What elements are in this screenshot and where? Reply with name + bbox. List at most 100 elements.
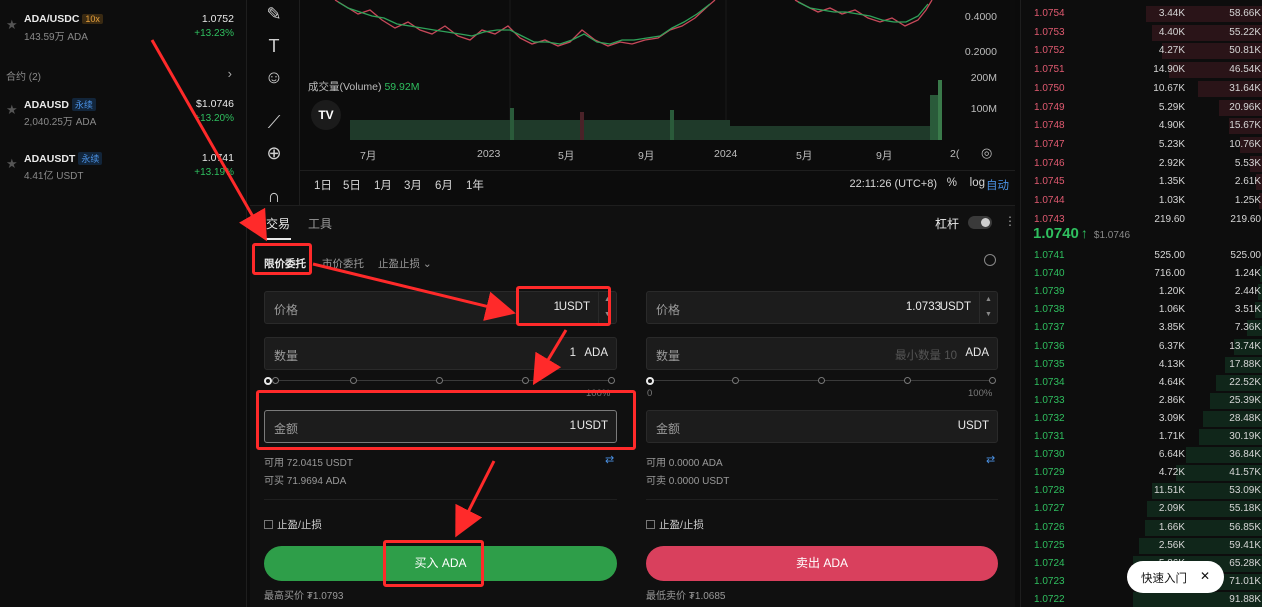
- timeframe-1y[interactable]: 1年: [466, 177, 484, 193]
- bid-row[interactable]: 1.0740 716.00 1.24K: [1021, 265, 1262, 284]
- buy-amount-slider[interactable]: [264, 374, 617, 388]
- ask-row[interactable]: 1.0754 3.44K 58.66K: [1021, 5, 1262, 24]
- percent-scale-toggle[interactable]: %: [947, 177, 957, 189]
- bid-row[interactable]: 1.0736 6.37K 13.74K: [1021, 338, 1262, 357]
- bid-row[interactable]: 1.0726 1.66K 56.85K: [1021, 519, 1262, 538]
- bid-row[interactable]: 1.0731 1.71K 30.19K: [1021, 428, 1262, 447]
- tab-trade[interactable]: 交易: [266, 217, 290, 231]
- star-icon[interactable]: ★: [6, 17, 18, 33]
- clock-icon[interactable]: [984, 254, 996, 266]
- sell-price-field[interactable]: 价格 1.0733 USDT ▲ ▼: [646, 291, 998, 324]
- divider: [264, 499, 617, 500]
- bid-row[interactable]: 1.0733 2.86K 25.39K: [1021, 392, 1262, 411]
- ask-price: 1.0749: [1034, 101, 1065, 113]
- leverage-toggle[interactable]: [968, 216, 992, 229]
- star-icon[interactable]: ★: [6, 156, 18, 172]
- zoom-in-icon[interactable]: ⊕: [262, 141, 286, 165]
- timeframe-6m[interactable]: 6月: [435, 177, 453, 193]
- contracts-section-header[interactable]: 合约 (2) ›: [6, 66, 236, 83]
- ruler-icon[interactable]: ⟋: [262, 110, 286, 134]
- buy-qty-unit: ADA: [584, 347, 608, 359]
- transfer-icon[interactable]: ⇄: [605, 453, 614, 466]
- market-row-ada-usdc[interactable]: ★ ADA/USDC 10x 143.59万 ADA 1.0752 +13.23%: [0, 13, 240, 53]
- sell-button[interactable]: 卖出 ADA: [646, 546, 998, 581]
- slider-step[interactable]: [350, 377, 357, 384]
- slider-step[interactable]: [272, 377, 279, 384]
- ask-total: 50.81K: [1229, 45, 1261, 57]
- market-row-adausd[interactable]: ★ ADAUSD 永续 2,040.25万 ADA $1.0746 +13.20%: [0, 98, 240, 138]
- bid-row[interactable]: 1.0729 4.72K 41.57K: [1021, 464, 1262, 483]
- bid-amount: 2.56K: [1158, 539, 1185, 551]
- bid-row[interactable]: 1.0727 2.09K 55.18K: [1021, 500, 1262, 519]
- ask-amount: 5.29K: [1158, 101, 1185, 113]
- sell-max-amount: 可卖 0.0000 USDT: [646, 476, 730, 487]
- slider-step[interactable]: [989, 377, 996, 384]
- bid-row[interactable]: 1.0737 3.85K 7.36K: [1021, 319, 1262, 338]
- sell-amount-field[interactable]: 金额 USDT: [646, 410, 998, 443]
- brush-icon[interactable]: ✎: [262, 2, 286, 26]
- ask-row[interactable]: 1.0749 5.29K 20.96K: [1021, 99, 1262, 118]
- tab-tools[interactable]: 工具: [308, 217, 332, 231]
- more-options-icon[interactable]: ⋮: [1004, 214, 1016, 228]
- auto-scale-toggle[interactable]: 自动: [986, 177, 1009, 193]
- quick-start-popup[interactable]: 快速入门 ✕: [1127, 561, 1224, 593]
- slider-handle[interactable]: [264, 377, 272, 385]
- checkbox-icon: [264, 520, 273, 529]
- order-type-market[interactable]: 市价委托: [322, 256, 364, 271]
- buy-tpsl-checkbox[interactable]: 止盈/止损: [264, 517, 322, 532]
- ask-row[interactable]: 1.0747 5.23K 10.76K: [1021, 136, 1262, 155]
- slider-step[interactable]: [732, 377, 739, 384]
- star-icon[interactable]: ★: [6, 102, 18, 118]
- bid-amount: 1.66K: [1158, 521, 1185, 533]
- price-stepper-icon[interactable]: ▲ ▼: [979, 292, 997, 323]
- tradingview-logo[interactable]: TV: [311, 100, 341, 130]
- bid-row[interactable]: 1.0732 3.09K 28.48K: [1021, 410, 1262, 429]
- bid-row[interactable]: 1.0741 525.00 525.00: [1021, 247, 1262, 266]
- transfer-icon[interactable]: ⇄: [986, 453, 995, 466]
- emoji-icon[interactable]: ☺: [262, 65, 286, 89]
- bid-row[interactable]: 1.0722 91.88K: [1021, 591, 1262, 607]
- bid-row[interactable]: 1.0730 6.64K 36.84K: [1021, 446, 1262, 465]
- timeframe-5d[interactable]: 5日: [343, 177, 361, 193]
- timeframe-3m[interactable]: 3月: [404, 177, 422, 193]
- market-row-adausdt[interactable]: ★ ADAUSDT 永续 4.41亿 USDT 1.0741 +13.19%: [0, 152, 240, 192]
- timeframe-1d[interactable]: 1日: [314, 177, 332, 193]
- drawing-toolbar: ✎ T ☺ ⟋ ⊕ ∩: [250, 0, 300, 206]
- bid-row[interactable]: 1.0728 11.51K 53.09K: [1021, 482, 1262, 501]
- ask-row[interactable]: 1.0751 14.90K 46.54K: [1021, 61, 1262, 80]
- log-scale-toggle[interactable]: log: [970, 177, 985, 189]
- timeframe-1m[interactable]: 1月: [374, 177, 392, 193]
- bid-row[interactable]: 1.0738 1.06K 3.51K: [1021, 301, 1262, 320]
- ask-row[interactable]: 1.0746 2.92K 5.53K: [1021, 155, 1262, 174]
- close-icon[interactable]: ✕: [1200, 569, 1210, 583]
- ask-row[interactable]: 1.0753 4.40K 55.22K: [1021, 24, 1262, 43]
- sell-quantity-field[interactable]: 数量 最小数量 10 ADA: [646, 337, 998, 370]
- slider-step[interactable]: [436, 377, 443, 384]
- order-type-tpsl[interactable]: 止盈止损 ⌄: [378, 256, 432, 271]
- bid-row[interactable]: 1.0734 4.64K 22.52K: [1021, 374, 1262, 393]
- bid-row[interactable]: 1.0739 1.20K 2.44K: [1021, 283, 1262, 302]
- timeframe-bar: 1日 5日 1月 3月 6月 1年 22:11:26 (UTC+8) % log…: [300, 170, 1015, 198]
- slider-step[interactable]: [818, 377, 825, 384]
- slider-handle[interactable]: [646, 377, 654, 385]
- annotation-box-limit-order: [252, 243, 312, 275]
- ask-row[interactable]: 1.0744 1.03K 1.25K: [1021, 192, 1262, 211]
- ask-row[interactable]: 1.0745 1.35K 2.61K: [1021, 173, 1262, 192]
- ask-row[interactable]: 1.0748 4.90K 15.67K: [1021, 117, 1262, 136]
- ask-row[interactable]: 1.0750 10.67K 31.64K: [1021, 80, 1262, 99]
- x-axis-label: 5月: [796, 150, 813, 162]
- slider-step[interactable]: [522, 377, 529, 384]
- text-tool-icon[interactable]: T: [262, 34, 286, 58]
- buy-quantity-field[interactable]: 数量 1 ADA: [264, 337, 617, 370]
- bid-row[interactable]: 1.0735 4.13K 17.88K: [1021, 356, 1262, 375]
- sell-amount-slider[interactable]: [646, 374, 998, 388]
- ask-amount: 10.67K: [1153, 82, 1185, 94]
- slider-step[interactable]: [608, 377, 615, 384]
- ask-row[interactable]: 1.0752 4.27K 50.81K: [1021, 42, 1262, 61]
- bid-row[interactable]: 1.0725 2.56K 59.41K: [1021, 537, 1262, 556]
- settings-icon[interactable]: ◎: [981, 145, 992, 161]
- sell-available: 可用 0.0000 ADA: [646, 458, 723, 469]
- sell-tpsl-checkbox[interactable]: 止盈/止损: [646, 517, 704, 532]
- slider-step[interactable]: [904, 377, 911, 384]
- bid-price: 1.0736: [1034, 340, 1065, 352]
